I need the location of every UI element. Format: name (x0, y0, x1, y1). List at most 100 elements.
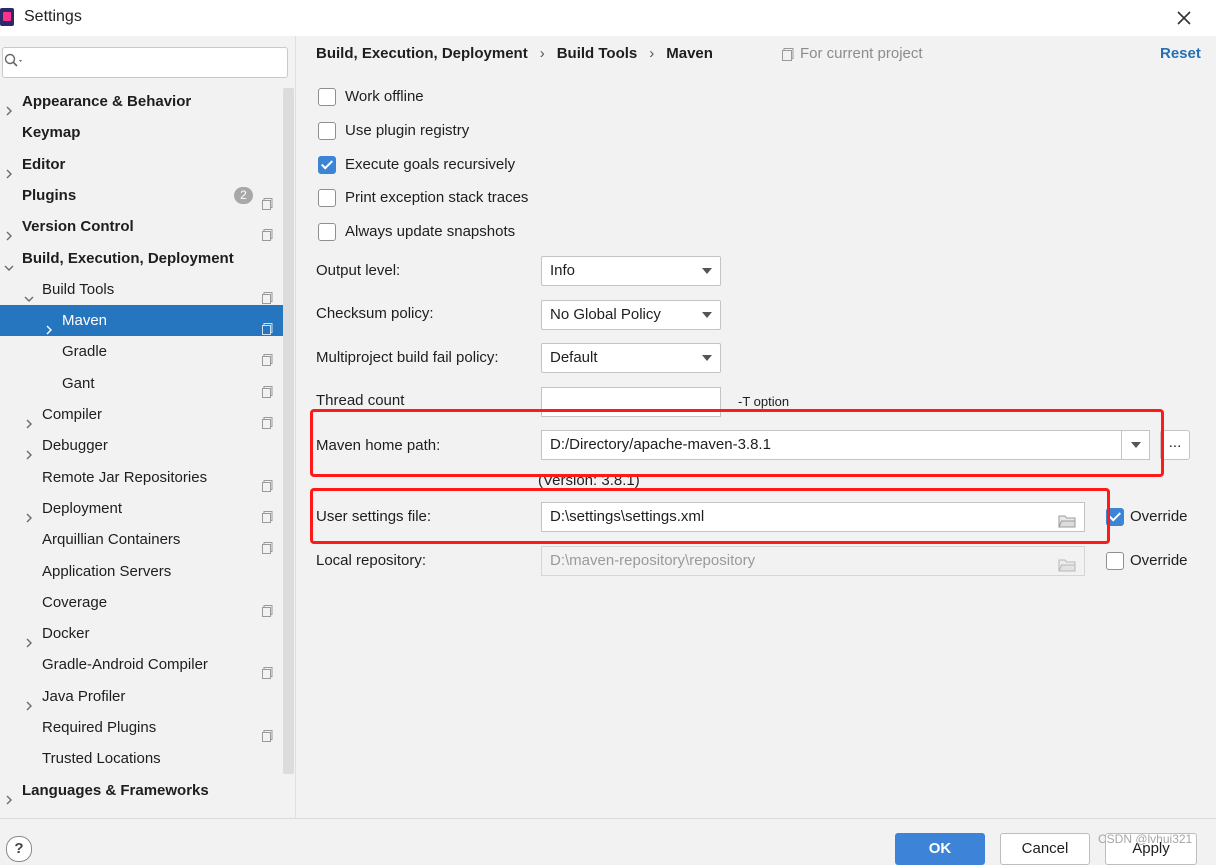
sidebar-item-application-servers[interactable]: Application Servers (0, 556, 283, 587)
local-repository-input[interactable]: D:\maven-repository\repository (541, 546, 1085, 576)
settings-search-input[interactable] (2, 47, 288, 78)
reset-link[interactable]: Reset (1160, 45, 1201, 62)
project-scope-icon (262, 346, 273, 367)
maven-home-highlight-box (310, 409, 1164, 477)
chevron-right-icon[interactable] (4, 96, 14, 116)
sidebar-item-java-profiler[interactable]: Java Profiler (0, 681, 283, 712)
print-exception-stack-traces-checkbox[interactable] (318, 189, 336, 207)
output-level-dropdown[interactable]: Info (541, 256, 721, 286)
execute-goals-recursively-label: Execute goals recursively (345, 156, 516, 173)
cancel-button[interactable]: Cancel (1000, 833, 1090, 865)
sidebar-item-docker[interactable]: Docker (0, 618, 283, 649)
chevron-right-icon[interactable] (4, 159, 14, 179)
chevron-right-icon[interactable] (24, 628, 34, 648)
sidebar-item-debugger[interactable]: Debugger (0, 430, 283, 461)
sidebar-item-gradle-android-compiler[interactable]: Gradle-Android Compiler (0, 649, 283, 680)
sidebar-item-arquillian-containers[interactable]: Arquillian Containers (0, 524, 283, 555)
sidebar-item-label: Version Control (22, 218, 134, 236)
sidebar-item-label: Debugger (42, 437, 108, 455)
work-offline-label: Work offline (345, 88, 424, 105)
sidebar-item-label: Arquillian Containers (42, 531, 181, 549)
chevron-down-icon (702, 312, 712, 318)
chevron-right-icon[interactable] (24, 440, 34, 460)
chevron-right-icon[interactable] (4, 221, 14, 241)
user-settings-highlight-box (310, 488, 1110, 544)
checksum-policy-label: Checksum policy: (316, 305, 434, 322)
breadcrumb-item-build-tools[interactable]: Build Tools (557, 45, 638, 62)
project-scope-icon (262, 472, 273, 492)
work-offline-checkbox[interactable] (318, 88, 336, 106)
sidebar-item-appearance-behavior[interactable]: Appearance & Behavior (0, 86, 283, 117)
always-update-snapshots-checkbox[interactable] (318, 223, 336, 241)
sidebar-item-label: Java Profiler (42, 687, 126, 705)
sidebar-item-deployment[interactable]: Deployment (0, 493, 283, 524)
chevron-down-icon[interactable] (4, 253, 14, 271)
chevron-right-icon[interactable] (24, 691, 34, 711)
thread-count-label: Thread count (316, 392, 405, 409)
sidebar-item-gant[interactable]: Gant (0, 368, 283, 399)
sidebar-item-label: Gant (62, 374, 95, 392)
checksum-policy-dropdown[interactable]: No Global Policy (541, 300, 721, 330)
sidebar-item-coverage[interactable]: Coverage (0, 587, 283, 618)
chevron-right-icon[interactable] (44, 315, 54, 335)
sidebar-item-label: Docker (42, 625, 90, 643)
project-scope-icon (262, 284, 273, 304)
sidebar-item-gradle[interactable]: Gradle (0, 336, 283, 367)
local-repository-label: Local repository: (316, 552, 427, 569)
local-repository-value: D:\maven-repository\repository (550, 552, 756, 569)
help-icon[interactable]: ? (6, 836, 32, 862)
chevron-right-icon[interactable] (24, 503, 34, 523)
ok-button[interactable]: OK (895, 833, 985, 865)
sidebar-item-label: Maven (62, 312, 108, 330)
sidebar-item-label: Appearance & Behavior (22, 93, 192, 110)
local-repository-override-label: Override (1130, 552, 1188, 569)
sidebar-item-plugins[interactable]: Plugins 2 (0, 180, 283, 211)
sidebar-item-compiler[interactable]: Compiler (0, 399, 283, 430)
sidebar-item-required-plugins[interactable]: Required Plugins (0, 712, 283, 743)
sidebar-item-label: Build Tools (42, 280, 115, 298)
use-plugin-registry-label: Use plugin registry (345, 122, 470, 139)
sidebar-item-remote-jar-repositories[interactable]: Remote Jar Repositories (0, 462, 283, 493)
execute-goals-recursively-checkbox[interactable] (318, 156, 336, 174)
sidebar-item-build-tools[interactable]: Build Tools (0, 274, 283, 305)
sidebar-scrollbar[interactable] (283, 88, 294, 774)
multiproject-fail-policy-dropdown[interactable]: Default (541, 343, 721, 373)
sidebar-item-build-execution-deployment[interactable]: Build, Execution, Deployment (0, 243, 283, 274)
sidebar-item-label: Application Servers (42, 562, 172, 580)
sidebar-item-version-control[interactable]: Version Control (0, 211, 283, 242)
close-icon[interactable] (1172, 6, 1196, 30)
sidebar-item-maven[interactable]: Maven (0, 305, 283, 337)
thread-count-hint: -T option (738, 394, 790, 409)
always-update-snapshots-label: Always update snapshots (345, 223, 516, 240)
project-scope-icon (262, 378, 273, 398)
project-scope-icon (262, 722, 273, 742)
chevron-right-icon[interactable] (4, 785, 14, 805)
browse-maven-home-button[interactable]: ... (1160, 430, 1190, 460)
folder-icon[interactable] (1058, 554, 1076, 572)
chevron-right-icon[interactable] (24, 409, 34, 429)
sidebar-item-languages-frameworks[interactable]: Languages & Frameworks (0, 775, 283, 806)
sidebar-item-label: Trusted Locations (42, 750, 161, 768)
sidebar-item-label: Gradle (62, 343, 108, 361)
title-bar (0, 0, 1216, 36)
sidebar-item-label: Editor (22, 155, 66, 173)
chevron-down-icon[interactable] (24, 284, 34, 302)
sidebar-item-label: Deployment (42, 499, 123, 517)
breadcrumb: Build, Execution, Deployment › Build Tools… (316, 45, 713, 62)
breadcrumb-separator: › (539, 45, 545, 62)
print-exception-stack-traces-label: Print exception stack traces (345, 189, 529, 206)
sidebar-item-editor[interactable]: Editor (0, 149, 283, 180)
sidebar-item-trusted-locations[interactable]: Trusted Locations (0, 743, 283, 774)
local-repository-override-checkbox[interactable] (1106, 552, 1124, 570)
update-count-badge: 2 (234, 186, 253, 204)
sidebar-item-label: Remote Jar Repositories (42, 468, 208, 486)
breadcrumb-item-build-execution-deployment[interactable]: Build, Execution, Deployment (316, 45, 528, 62)
user-settings-override-label: Override (1130, 508, 1188, 525)
multiproject-fail-policy-value: Default (550, 349, 598, 366)
sidebar-item-keymap[interactable]: Keymap (0, 117, 283, 148)
sidebar-item-label: Coverage (42, 593, 108, 611)
breadcrumb-separator: › (649, 45, 655, 62)
use-plugin-registry-checkbox[interactable] (318, 122, 336, 140)
chevron-down-icon (702, 355, 712, 361)
project-scope-icon (262, 534, 273, 555)
